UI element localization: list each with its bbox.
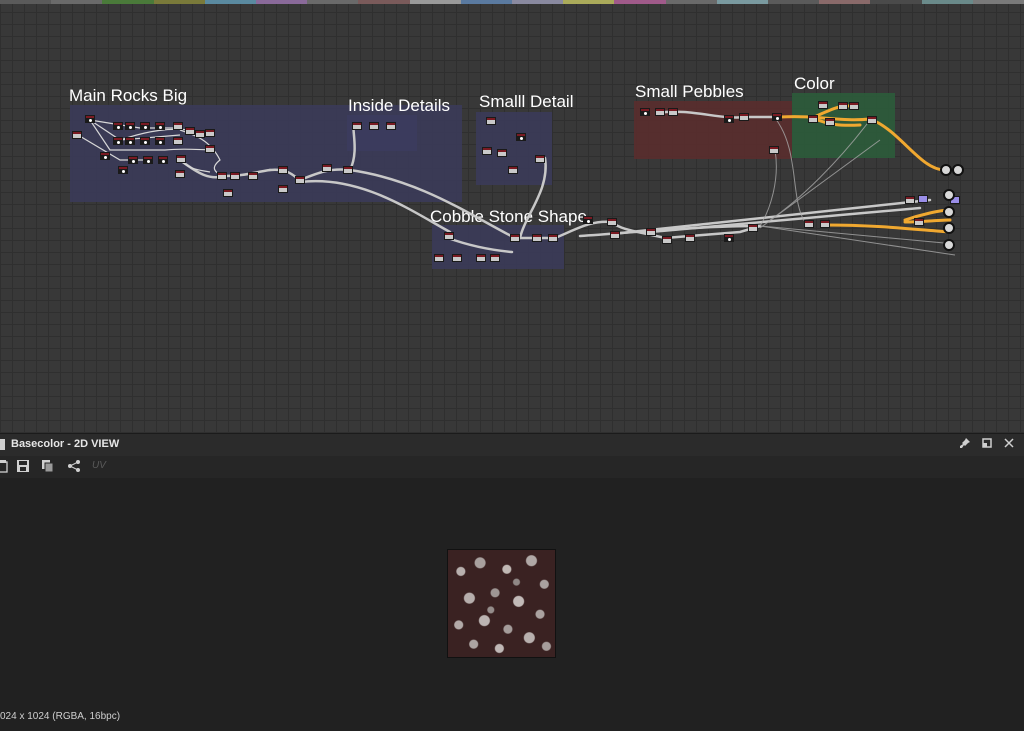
- graph-node[interactable]: [205, 145, 215, 153]
- output-node[interactable]: [943, 222, 955, 234]
- graph-node[interactable]: [724, 115, 734, 123]
- graph-node[interactable]: [818, 101, 828, 109]
- output-node[interactable]: [943, 206, 955, 218]
- graph-node[interactable]: [748, 224, 758, 232]
- pin-icon[interactable]: [957, 437, 973, 453]
- copy-icon[interactable]: [41, 459, 57, 475]
- panel-icon: [0, 439, 5, 450]
- save-icon[interactable]: [16, 459, 32, 475]
- share-icon[interactable]: [67, 459, 83, 475]
- graph-node[interactable]: [516, 133, 526, 141]
- graph-node[interactable]: [905, 196, 915, 204]
- graph-node[interactable]: [118, 166, 128, 174]
- resolution-status: 024 x 1024 (RGBA, 16bpc): [0, 711, 121, 722]
- maximize-icon[interactable]: [979, 437, 995, 453]
- graph-node[interactable]: [230, 172, 240, 180]
- graph-node[interactable]: [343, 166, 353, 174]
- export-icon[interactable]: [0, 459, 12, 475]
- graph-links: [77, 104, 956, 256]
- graph-node[interactable]: [223, 189, 233, 197]
- graph-node[interactable]: [724, 234, 734, 242]
- graph-node[interactable]: [452, 254, 462, 262]
- graph-node[interactable]: [185, 127, 195, 135]
- graph-node[interactable]: [444, 232, 454, 240]
- graph-node[interactable]: [140, 137, 150, 145]
- graph-node[interactable]: [140, 122, 150, 130]
- graph-node[interactable]: [158, 156, 168, 164]
- graph-node[interactable]: [173, 122, 183, 130]
- panel-title: Basecolor - 2D VIEW: [11, 438, 120, 450]
- graph-node[interactable]: [739, 113, 749, 121]
- graph-node[interactable]: [205, 129, 215, 137]
- graph-node[interactable]: [510, 234, 520, 242]
- graph-node[interactable]: [808, 115, 818, 123]
- graph-node[interactable]: [278, 166, 288, 174]
- graph-node[interactable]: [548, 234, 558, 242]
- graph-node[interactable]: [772, 113, 782, 121]
- graph-node[interactable]: [113, 137, 123, 145]
- basecolor-texture-preview: [447, 549, 556, 658]
- output-node[interactable]: [940, 164, 952, 176]
- node-graph-canvas[interactable]: Main Rocks Big Inside Details Smalll Det…: [0, 0, 1024, 433]
- graph-node[interactable]: [769, 146, 779, 154]
- graph-node[interactable]: [113, 122, 123, 130]
- graph-node[interactable]: [820, 220, 830, 228]
- graph-node[interactable]: [143, 156, 153, 164]
- graph-node[interactable]: [508, 166, 518, 174]
- graph-node[interactable]: [804, 220, 814, 228]
- graph-node[interactable]: [155, 137, 165, 145]
- graph-node[interactable]: [278, 185, 288, 193]
- graph-node[interactable]: [607, 218, 617, 226]
- graph-node[interactable]: [217, 172, 227, 180]
- graph-node[interactable]: [386, 122, 396, 130]
- graph-node[interactable]: [72, 131, 82, 139]
- graph-node[interactable]: [583, 216, 593, 224]
- graph-node[interactable]: [668, 108, 678, 116]
- graph-node[interactable]: [482, 147, 492, 155]
- graph-node[interactable]: [176, 155, 186, 163]
- graph-node[interactable]: [125, 137, 135, 145]
- graph-node[interactable]: [825, 118, 835, 126]
- output-node[interactable]: [952, 164, 964, 176]
- graph-node[interactable]: [85, 115, 95, 123]
- graph-node[interactable]: [125, 122, 135, 130]
- graph-node[interactable]: [128, 156, 138, 164]
- graph-node[interactable]: [369, 122, 379, 130]
- graph-node[interactable]: [497, 149, 507, 157]
- graph-node[interactable]: [918, 195, 928, 203]
- graph-node[interactable]: [155, 122, 165, 130]
- graph-node[interactable]: [248, 172, 258, 180]
- output-node[interactable]: [943, 189, 955, 201]
- graph-node[interactable]: [352, 122, 362, 130]
- graph-node[interactable]: [100, 152, 110, 160]
- graph-node[interactable]: [490, 254, 500, 262]
- uv-toggle[interactable]: UV: [92, 460, 106, 471]
- graph-node[interactable]: [295, 176, 305, 184]
- graph-node[interactable]: [646, 228, 656, 236]
- graph-node[interactable]: [195, 130, 205, 138]
- graph-node[interactable]: [434, 254, 444, 262]
- graph-node[interactable]: [175, 170, 185, 178]
- graph-node[interactable]: [535, 155, 545, 163]
- graph-node[interactable]: [655, 108, 665, 116]
- panel-header: Basecolor - 2D VIEW: [0, 433, 1024, 456]
- graph-node[interactable]: [849, 102, 859, 110]
- close-icon[interactable]: [1001, 437, 1017, 453]
- output-node[interactable]: [943, 239, 955, 251]
- graph-node[interactable]: [838, 102, 848, 110]
- graph-node[interactable]: [322, 164, 332, 172]
- graph-node[interactable]: [610, 231, 620, 239]
- graph-node[interactable]: [532, 234, 542, 242]
- graph-node[interactable]: [685, 234, 695, 242]
- panel-toolbar: [0, 456, 1024, 478]
- graph-node[interactable]: [867, 116, 877, 124]
- graph-node[interactable]: [640, 108, 650, 116]
- graph-node[interactable]: [486, 117, 496, 125]
- graph-node[interactable]: [173, 137, 183, 145]
- graph-node[interactable]: [476, 254, 486, 262]
- graph-node[interactable]: [662, 236, 672, 244]
- graph-node[interactable]: [914, 218, 924, 226]
